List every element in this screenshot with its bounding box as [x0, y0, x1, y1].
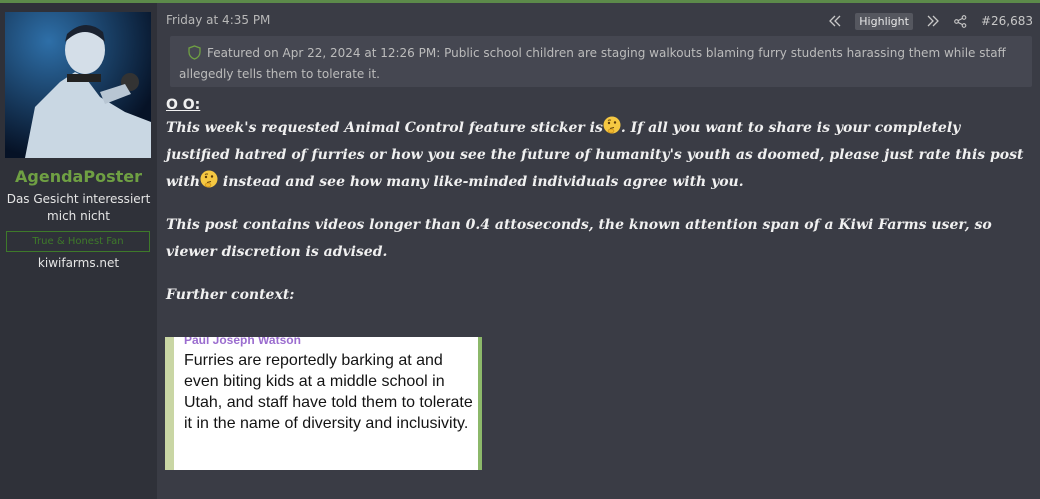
username[interactable]: AgendaPoster [0, 167, 157, 186]
tweet-left-bar [165, 337, 174, 470]
post-body: O O: This week's requested Animal Contro… [166, 95, 1026, 309]
paragraph-warning: This post contains videos longer than 0.… [166, 217, 992, 260]
fast-forward-icon[interactable] [925, 13, 941, 29]
highlight-button[interactable]: Highlight [855, 12, 913, 30]
avatar[interactable] [5, 12, 151, 158]
tweet-right-bar [478, 337, 482, 470]
shield-icon [188, 45, 201, 65]
share-icon[interactable] [953, 13, 969, 29]
paragraph-sticker: This week's requested Animal Control fea… [166, 115, 1026, 196]
paragraph-context: Further context: [166, 287, 295, 303]
user-title: Das Gesicht interessiert mich nicht [6, 192, 151, 223]
tweet-author[interactable]: Paul Joseph Watson [184, 337, 301, 347]
user-banner: True & Honest Fan [6, 231, 150, 252]
para1-part-c: instead and see how many like-minded ind… [218, 174, 744, 190]
para1-part-a: This week's requested Animal Control fea… [166, 120, 603, 136]
post-date[interactable]: Friday at 4:35 PM [166, 13, 270, 27]
thinking-face-emoji [603, 116, 621, 134]
post-number[interactable]: #26,683 [981, 14, 1033, 28]
user-site: kiwifarms.net [37, 256, 120, 270]
rewind-icon[interactable] [827, 13, 843, 29]
post-actions: Highlight #26,683 [821, 12, 1033, 30]
featured-notice: Featured on Apr 22, 2024 at 12:26 PM: Pu… [170, 36, 1032, 87]
embedded-tweet[interactable]: Paul Joseph Watson Furries are reportedl… [165, 337, 482, 470]
post-heading: O O: [166, 97, 201, 113]
featured-text: Featured on Apr 22, 2024 at 12:26 PM: Pu… [179, 46, 1006, 81]
message: Friday at 4:35 PM Highlight #26,683 Feat… [157, 3, 1040, 499]
user-sidebar: AgendaPoster Das Gesicht interessiert mi… [0, 3, 157, 499]
tweet-text: Furries are reportedly barking at and ev… [184, 352, 473, 432]
thinking-face-emoji [200, 170, 218, 188]
